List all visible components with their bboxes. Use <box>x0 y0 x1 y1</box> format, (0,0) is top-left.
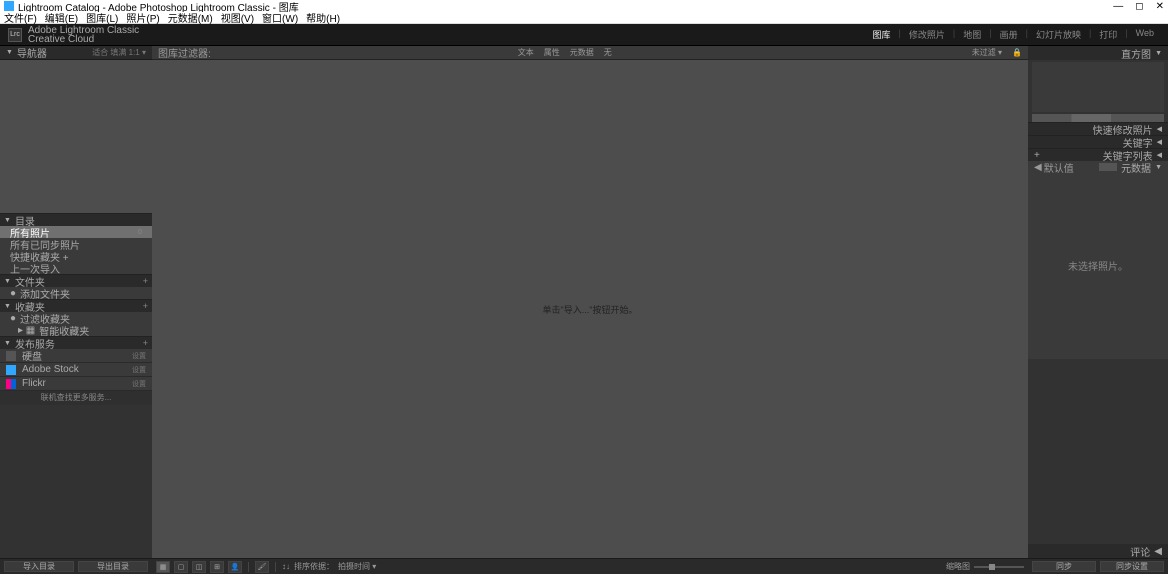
view-grid-icon[interactable]: ▦ <box>156 561 170 573</box>
minimize-button[interactable]: — <box>1113 1 1123 12</box>
filterbar-label: 图库过滤器: <box>158 45 518 60</box>
sync-settings-button[interactable]: 同步设置 <box>1100 561 1164 572</box>
quickdev-section[interactable]: 快速修改照片 ◀ <box>1028 122 1168 135</box>
painter-icon[interactable]: 🖌 <box>255 561 269 573</box>
view-compare-icon[interactable]: ◫ <box>192 561 206 573</box>
menu-view[interactable]: 视图(V) <box>221 10 254 25</box>
lr-logo-icon: Lrc <box>8 28 22 42</box>
collection-smart[interactable]: ▸ ▦ 智能收藏夹 <box>0 324 152 336</box>
menu-library[interactable]: 图库(L) <box>86 10 118 25</box>
filter-text[interactable]: 文本 <box>518 47 534 58</box>
navigator-title: 导航器 <box>17 45 92 60</box>
comments-section[interactable]: 评论 ◀ <box>1028 544 1168 558</box>
view-survey-icon[interactable]: ⊞ <box>210 561 224 573</box>
sort-value[interactable]: 拍摄时间 ▾ <box>338 561 376 572</box>
module-slideshow[interactable]: 幻灯片放映 <box>1030 26 1087 43</box>
filter-preset[interactable]: 未过滤 ▾ <box>972 47 1002 58</box>
add-folder-icon[interactable]: + <box>143 276 148 286</box>
meta-preset-dropdown[interactable] <box>1099 163 1117 171</box>
module-print[interactable]: 打印 <box>1093 26 1123 43</box>
add-collection-icon[interactable]: + <box>143 301 148 311</box>
module-picker: 图库| 修改照片| 地图| 画册| 幻灯片放映| 打印| Web <box>867 26 1161 43</box>
brand-line1: Adobe Lightroom Classic <box>28 26 867 35</box>
sync-button[interactable]: 同步 <box>1032 561 1096 572</box>
thumb-label: 缩略图 <box>946 561 970 572</box>
menu-file[interactable]: 文件(F) <box>4 10 37 25</box>
harddisk-icon <box>6 351 16 361</box>
module-book[interactable]: 画册 <box>994 26 1024 43</box>
menu-edit[interactable]: 编辑(E) <box>45 10 78 25</box>
menubar: 文件(F) 编辑(E) 图库(L) 照片(P) 元数据(M) 视图(V) 窗口(… <box>0 12 1168 24</box>
flickr-icon <box>6 379 16 389</box>
publish-stock[interactable]: Adobe Stock 设置 <box>0 363 152 377</box>
import-button[interactable]: 导入目录 <box>4 561 74 572</box>
catalog-lastimport[interactable]: 上一次导入 <box>0 262 152 274</box>
filter-none[interactable]: 无 <box>604 47 612 58</box>
brand-line2: Creative Cloud <box>28 35 867 44</box>
navigator-opts[interactable]: 适合 填满 1:1 ▾ <box>92 47 146 58</box>
folders-add[interactable]: ● 添加文件夹 <box>0 287 152 299</box>
histogram-area <box>1032 62 1164 112</box>
adobestock-icon <box>6 365 16 375</box>
close-button[interactable]: ✕ <box>1156 1 1164 12</box>
empty-state-text: 单击"导入..."按钮开始。 <box>543 303 638 316</box>
publish-flickr[interactable]: Flickr 设置 <box>0 377 152 391</box>
histogram-title: 直方图 <box>1121 46 1151 61</box>
menu-metadata[interactable]: 元数据(M) <box>168 10 213 25</box>
module-develop[interactable]: 修改照片 <box>903 26 951 43</box>
add-publish-icon[interactable]: + <box>143 338 148 348</box>
menu-photo[interactable]: 照片(P) <box>126 10 159 25</box>
view-people-icon[interactable]: 👤 <box>228 561 242 573</box>
maximize-button[interactable]: ◻ <box>1135 1 1143 12</box>
metadata-empty: 未选择照片。 <box>1028 173 1168 359</box>
menu-help[interactable]: 帮助(H) <box>306 10 340 25</box>
navigator-preview <box>0 60 152 213</box>
module-library[interactable]: 图库 <box>867 26 897 43</box>
keywords-section[interactable]: 关键字 ◀ <box>1028 135 1168 148</box>
sort-label: ↕↓ <box>282 562 290 571</box>
publish-disk[interactable]: 硬盘 设置 <box>0 349 152 363</box>
filter-meta[interactable]: 元数据 <box>570 47 594 58</box>
module-web[interactable]: Web <box>1130 26 1160 43</box>
filter-attr[interactable]: 属性 <box>544 47 560 58</box>
module-map[interactable]: 地图 <box>957 26 987 43</box>
menu-window[interactable]: 窗口(W) <box>262 10 298 25</box>
thumb-size-slider[interactable] <box>974 566 1024 568</box>
publish-find-more[interactable]: 联机查找更多服务... <box>0 391 152 405</box>
export-button[interactable]: 导出目录 <box>78 561 148 572</box>
view-loupe-icon[interactable]: ▢ <box>174 561 188 573</box>
filter-lock-icon[interactable]: 🔒 <box>1012 48 1022 57</box>
sort-by[interactable]: 排序依据： <box>294 561 334 572</box>
